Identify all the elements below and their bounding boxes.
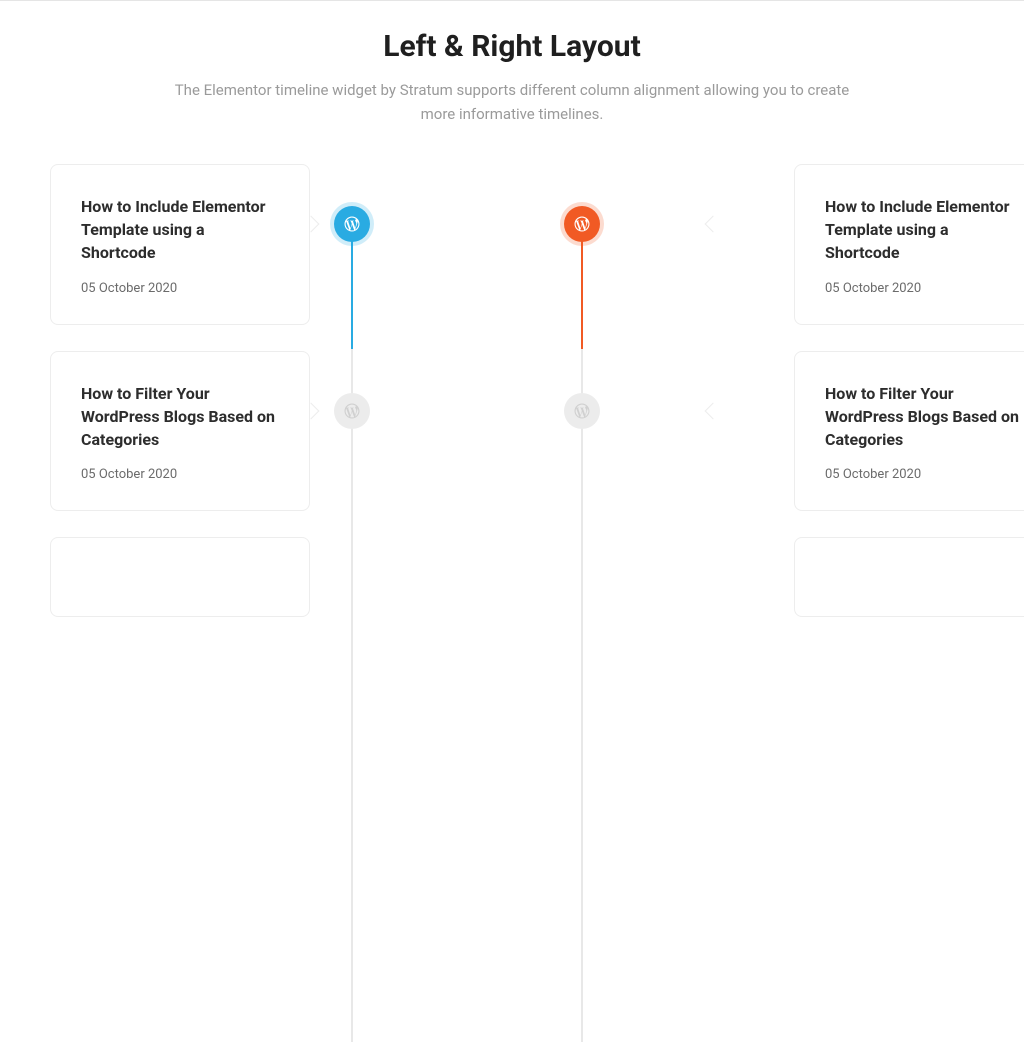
timeline-marker — [334, 393, 370, 429]
page-container: Left & Right Layout The Elementor timeli… — [0, 1, 1024, 643]
card-title: How to Include Elementor Template using … — [825, 195, 1023, 265]
timeline-marker — [334, 206, 370, 242]
card-date: 05 October 2020 — [81, 467, 279, 482]
timeline-marker — [564, 206, 600, 242]
timeline-item: How to Include Elementor Template using … — [50, 164, 482, 325]
timeline-left: How to Include Elementor Template using … — [50, 164, 482, 643]
timeline-item — [50, 537, 482, 617]
card-title: How to Filter Your WordPress Blogs Based… — [825, 382, 1023, 452]
timeline-card[interactable]: How to Filter Your WordPress Blogs Based… — [50, 351, 310, 512]
timeline-card[interactable]: How to Include Elementor Template using … — [794, 164, 1024, 325]
card-date: 05 October 2020 — [825, 281, 1023, 296]
timeline-marker — [564, 393, 600, 429]
timeline-line-right — [581, 219, 583, 1042]
card-date: 05 October 2020 — [825, 467, 1023, 482]
timeline-card[interactable]: How to Filter Your WordPress Blogs Based… — [794, 351, 1024, 512]
timeline-right: How to Include Elementor Template using … — [542, 164, 974, 643]
wordpress-icon — [343, 402, 361, 420]
card-date: 05 October 2020 — [81, 281, 279, 296]
timeline-item — [542, 537, 974, 617]
timeline-item: How to Filter Your WordPress Blogs Based… — [542, 351, 974, 512]
wordpress-icon — [573, 215, 591, 233]
card-title: How to Include Elementor Template using … — [81, 195, 279, 265]
wordpress-icon — [573, 402, 591, 420]
timeline-card[interactable]: How to Include Elementor Template using … — [50, 164, 310, 325]
page-subheading: The Elementor timeline widget by Stratum… — [172, 78, 852, 126]
timeline-card[interactable] — [794, 537, 1024, 617]
timeline-card[interactable] — [50, 537, 310, 617]
timeline-columns: How to Include Elementor Template using … — [0, 164, 1024, 643]
timeline-item: How to Include Elementor Template using … — [542, 164, 974, 325]
wordpress-icon — [343, 215, 361, 233]
timeline-line-left — [351, 219, 353, 1042]
card-notch — [705, 402, 722, 419]
timeline-item: How to Filter Your WordPress Blogs Based… — [50, 351, 482, 512]
page-heading: Left & Right Layout — [0, 29, 1024, 64]
card-notch — [705, 216, 722, 233]
card-title: How to Filter Your WordPress Blogs Based… — [81, 382, 279, 452]
